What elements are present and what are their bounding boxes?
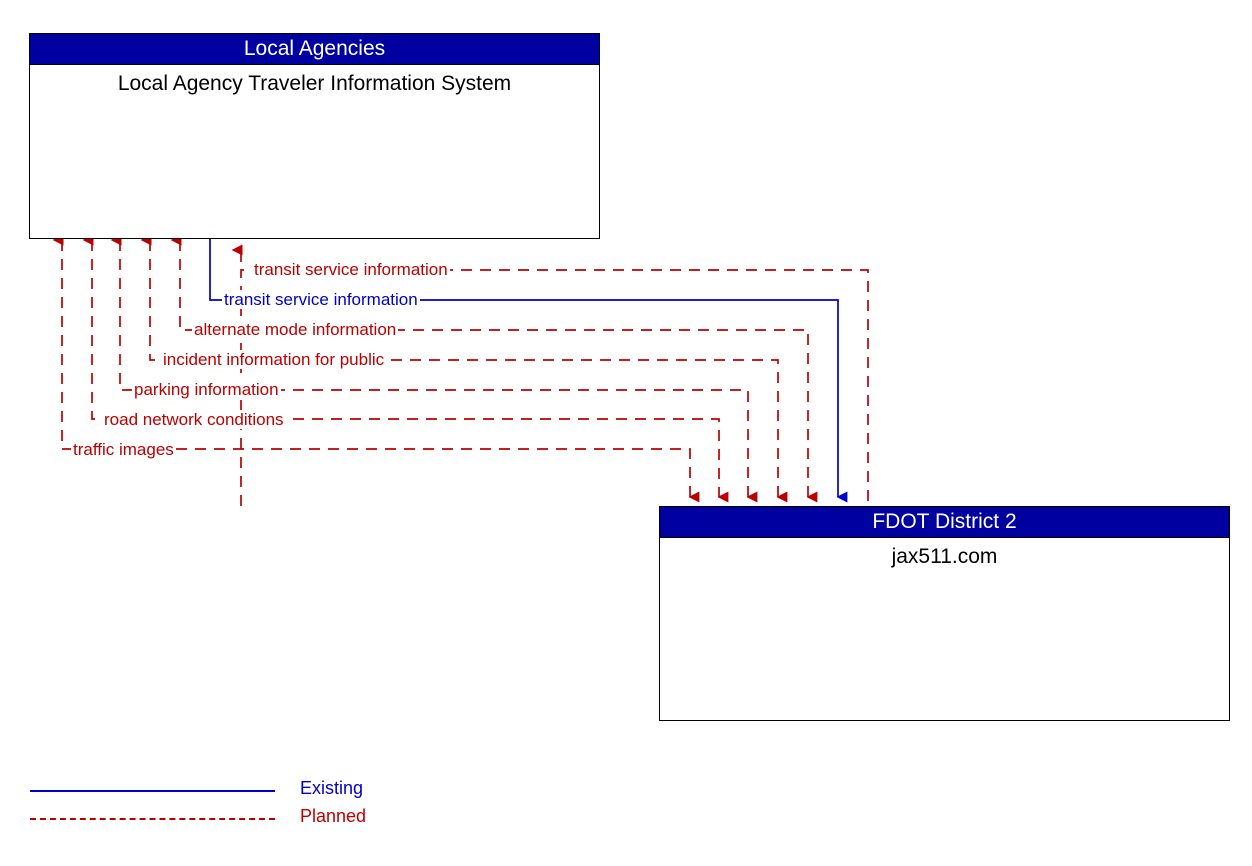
node-name-label: Local Agency Traveler Information System: [117, 72, 512, 95]
node-stakeholder-label: FDOT District 2: [660, 507, 1229, 538]
flow-label-road-network-conditions: road network conditions: [102, 410, 286, 429]
flow-label-traffic-images: traffic images: [71, 440, 176, 459]
architecture-diagram: Local Agencies Local Agency Traveler Inf…: [0, 0, 1252, 866]
flow-label-alternate-mode-information: alternate mode information: [192, 320, 399, 339]
flow-label-transit-service-information-existing: transit service information: [222, 290, 420, 309]
node-stakeholder-label: Local Agencies: [30, 34, 599, 65]
node-name-label: jax511.com: [891, 545, 998, 568]
node-jax511[interactable]: FDOT District 2 jax511.com: [659, 506, 1230, 721]
flow-label-transit-service-information-planned: transit service information: [252, 260, 450, 279]
flow-label-incident-information-for-public: incident information for public: [161, 350, 387, 369]
node-local-agency-traveler-information-system[interactable]: Local Agencies Local Agency Traveler Inf…: [29, 33, 600, 239]
flow-label-parking-information: parking information: [132, 380, 281, 399]
